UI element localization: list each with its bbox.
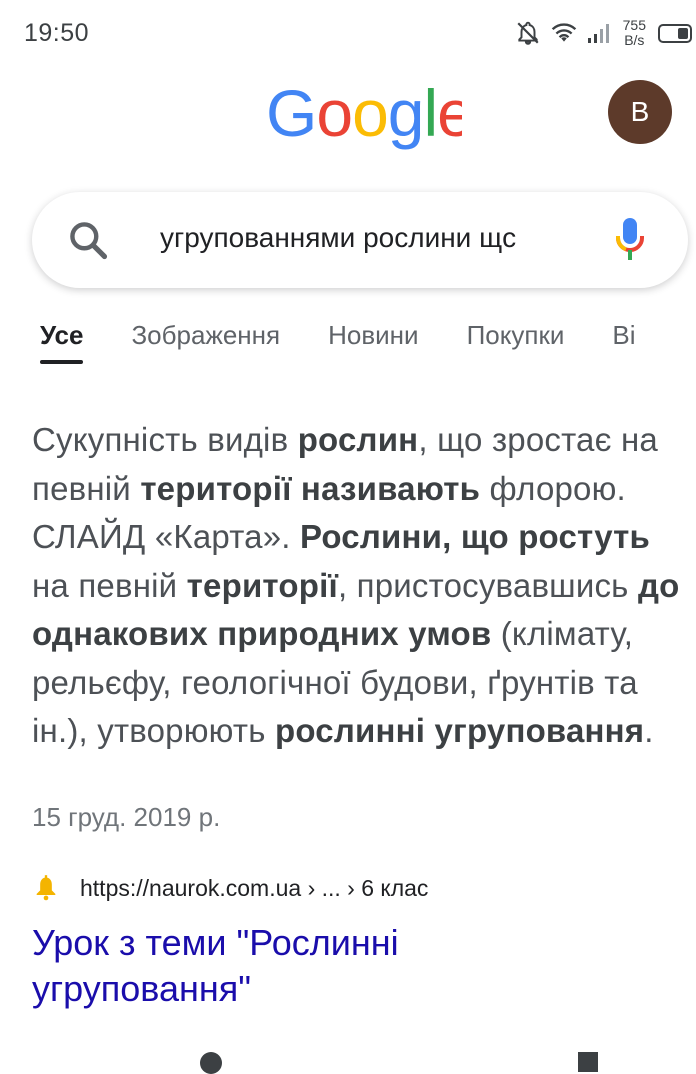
snippet-segment: на певній [32,566,187,604]
signal-icon [587,22,613,44]
google-logo[interactable]: Google [266,82,462,152]
net-speed-unit: B/s [624,32,645,48]
snippet-segment: , пристосувавшись [337,566,638,604]
google-logo-letter: l [424,82,438,150]
tab-video[interactable]: Ві [612,310,635,370]
snippet-bold-segment: рослинні угруповання [274,712,645,749]
next-result-icon [200,1052,222,1074]
wifi-icon [551,22,577,44]
google-logo-letter: G [266,82,316,150]
mic-icon[interactable] [614,216,646,269]
search-box[interactable]: угрупованнями рослини щс [32,192,688,288]
result-url[interactable]: https://naurok.com.ua › ... › 6 клас [80,875,428,902]
battery-icon [658,23,692,43]
tab-news[interactable]: Новини [328,310,418,370]
status-icons: 755 B/s [515,18,692,48]
next-result-icon [578,1052,598,1072]
snippet-bold-segment: території називають [140,469,481,507]
search-input[interactable]: угрупованнями рослини щс [160,222,570,254]
status-bar: 19:50 755 B/s [0,0,696,66]
bell-off-icon [515,20,541,46]
search-tabs: Усе Зображення Новини Покупки Ві [0,310,696,370]
snippet-segment: . [644,712,654,749]
snippet-date: 15 груд. 2019 р. [32,802,221,832]
net-speed-value: 755 [622,17,646,33]
search-icon[interactable] [66,218,110,267]
snippet-segment: Сукупність видів [32,421,298,458]
snippet-bold-segment: рослин [297,421,419,458]
tab-all[interactable]: Усе [40,310,84,370]
tab-images[interactable]: Зображення [131,310,280,370]
google-logo-letter: g [388,82,424,150]
avatar[interactable]: B [608,80,672,144]
google-logo-letter: e [437,82,462,150]
result-source[interactable]: https://naurok.com.ua › ... › 6 клас [32,874,428,902]
bell-favicon-icon [36,875,56,901]
status-time: 19:50 [24,18,90,47]
google-logo-text: Google [266,82,462,150]
google-logo-letter: o [316,82,352,150]
tab-shopping[interactable]: Покупки [467,310,565,370]
result-title-link[interactable]: Урок з теми "Рослинні угруповання" [32,920,592,1012]
snippet-bold-segment: Рослини, що ростуть [299,518,651,555]
google-header: Google B [0,78,696,158]
next-result-peek [0,1052,696,1074]
snippet-bold-segment: території [186,566,338,604]
google-logo-letter: o [352,82,388,150]
featured-snippet-text: Сукупність видів рослин, що зростає на п… [32,416,692,756]
net-speed: 755 B/s [623,18,646,48]
